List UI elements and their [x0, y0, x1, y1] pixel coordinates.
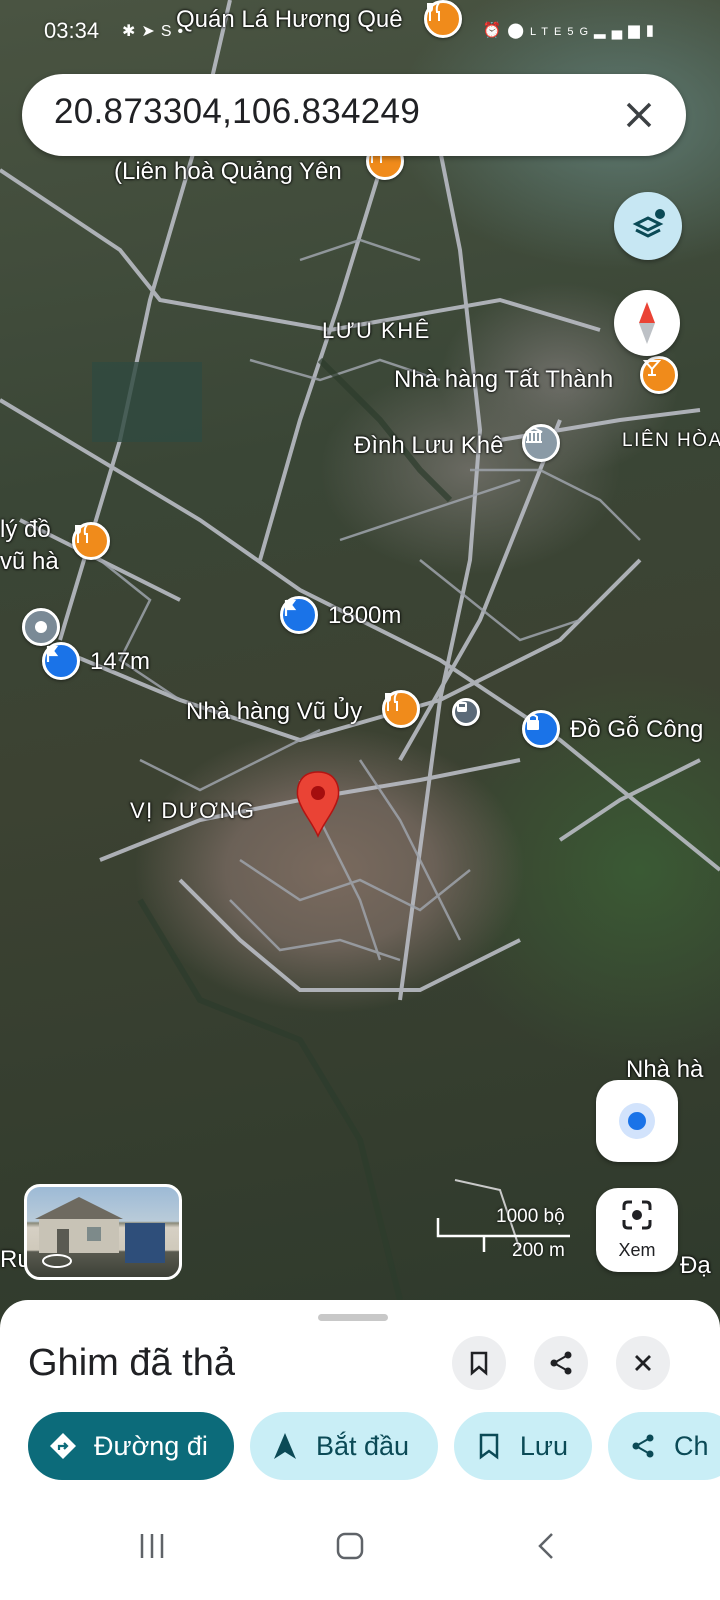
scale-metric: 200 m [512, 1240, 565, 1261]
restaurant-icon[interactable] [72, 522, 110, 560]
label-parking-147m[interactable]: 147m [90, 648, 150, 676]
pro-icon: ✱ [122, 23, 142, 40]
label-vu-ha[interactable]: vũ hà [0, 548, 59, 576]
label-nha-hang-vu-uy[interactable]: Nhà hàng Vũ Ủy [186, 698, 362, 726]
directions-label: Đường đi [94, 1430, 208, 1461]
share-label: Ch [674, 1430, 709, 1461]
camera-lens-icon [622, 1200, 652, 1230]
label-lien-hoa-right: LIÊN HÒA [622, 430, 720, 451]
system-icons: ⏰⬤LTE5G▂▄▆▮ [483, 21, 661, 39]
temple-icon[interactable] [522, 424, 560, 462]
place-bottom-sheet[interactable]: Ghim đã thả Đường đi Bắt đầu Lưu Ch [0, 1300, 720, 1600]
navigation-arrow-icon [268, 1429, 302, 1463]
search-bar[interactable]: 20.873304,106.834249 [22, 74, 686, 156]
share-button[interactable]: Ch [608, 1412, 720, 1480]
place-title: Ghim đã thả [28, 1342, 235, 1384]
skype-icon: S [160, 23, 178, 40]
shopping-icon[interactable] [522, 710, 560, 748]
close-icon [635, 1355, 651, 1371]
lens-view-button[interactable]: Xem [596, 1188, 678, 1272]
clear-search-button[interactable] [614, 90, 664, 140]
label-luu-khe: LƯU KHÊ [322, 318, 431, 343]
label-dinh-luu-khe[interactable]: Đình Lưu Khê [354, 432, 504, 460]
layers-button[interactable] [614, 192, 682, 260]
location-icon: ⬤ [507, 22, 530, 39]
map-scale: 1000 bộ 200 m [436, 1206, 576, 1266]
label-ly-do[interactable]: lý đồ [0, 516, 51, 544]
label-parking-1800m[interactable]: 1800m [328, 602, 401, 630]
parking-icon[interactable] [280, 596, 318, 634]
back-button[interactable] [532, 1530, 564, 1567]
battery-icon: ▮ [645, 22, 660, 39]
label-lien-hoa-quang-yen[interactable]: (Liên hoà Quảng Yên [114, 158, 342, 186]
label-do-go-cong[interactable]: Đồ Gỗ Công [570, 716, 703, 744]
compass-button[interactable] [614, 290, 680, 356]
home-icon [336, 1532, 364, 1560]
telegram-icon: ➤ [141, 23, 161, 40]
label-vi-duong: VỊ DƯƠNG [130, 798, 256, 823]
directions-icon [46, 1429, 80, 1463]
status-time: 03:34 [44, 18, 100, 43]
signal-icon: ▂▄▆ [594, 22, 646, 39]
home-button[interactable] [334, 1530, 366, 1567]
close-icon [626, 102, 652, 128]
bus-stop-icon[interactable] [452, 698, 480, 726]
network-indicator: 5G [567, 26, 595, 38]
share-icon [626, 1429, 660, 1463]
directions-button[interactable]: Đường đi [28, 1412, 234, 1480]
lte-indicator: LTE [529, 26, 568, 38]
street-view-thumbnail[interactable] [24, 1184, 182, 1280]
label-da[interactable]: Đạ [680, 1252, 711, 1280]
bookmark-icon [472, 1429, 506, 1463]
recent-apps-button[interactable] [136, 1530, 168, 1567]
drag-handle[interactable] [318, 1314, 388, 1321]
share-icon-button[interactable] [534, 1336, 588, 1390]
my-location-icon [619, 1103, 655, 1139]
close-sheet-button[interactable] [616, 1336, 670, 1390]
layers-icon [632, 209, 665, 238]
label-nha-hang-tat-thanh[interactable]: Nhà hàng Tất Thành [394, 366, 613, 394]
save-icon-button[interactable] [452, 1336, 506, 1390]
my-location-button[interactable] [596, 1080, 678, 1162]
notification-icons: ✱➤S• [122, 21, 189, 41]
save-label: Lưu [519, 1430, 568, 1461]
restaurant-icon[interactable] [382, 690, 420, 728]
save-button[interactable]: Lưu [454, 1412, 592, 1480]
bookmark-icon [470, 1351, 488, 1376]
parking-icon[interactable] [42, 642, 80, 680]
alarm-icon: ⏰ [482, 22, 508, 39]
xem-label: Xem [618, 1240, 656, 1260]
street-view-icon [35, 1197, 165, 1268]
compass-icon [639, 302, 655, 344]
dot-icon: • [177, 23, 190, 40]
bar-icon[interactable] [640, 356, 678, 394]
back-icon [538, 1533, 553, 1559]
start-label: Bắt đầu [316, 1430, 410, 1461]
status-bar: 03:34 ✱➤S• ⏰⬤LTE5G▂▄▆▮ [44, 18, 660, 52]
system-navigation-bar [0, 1506, 720, 1600]
location-dot-icon[interactable] [22, 608, 60, 646]
recents-icon [140, 1534, 164, 1558]
share-icon [550, 1351, 572, 1375]
start-button[interactable]: Bắt đầu [250, 1412, 438, 1480]
search-query[interactable]: 20.873304,106.834249 [54, 92, 420, 132]
